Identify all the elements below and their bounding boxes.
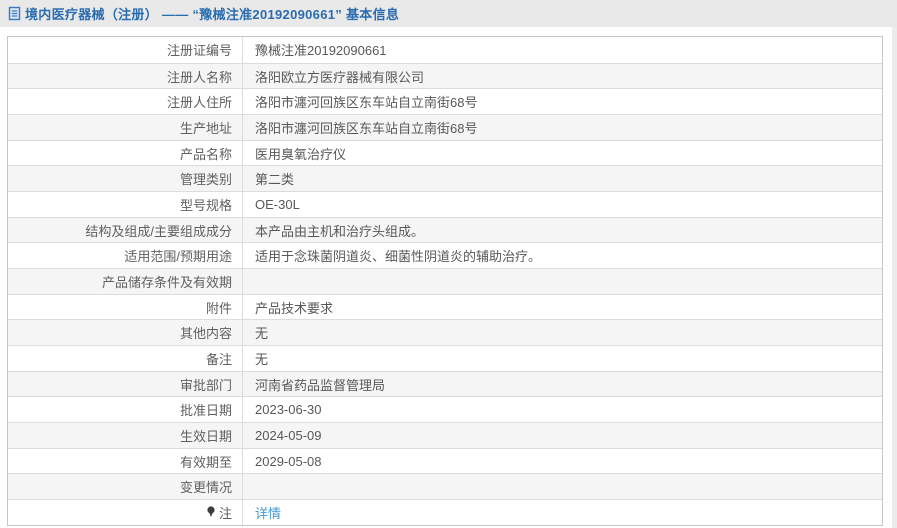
row-label: 产品名称	[8, 140, 243, 166]
row-label: 其他内容	[8, 320, 243, 346]
row-label: 审批部门	[8, 371, 243, 397]
row-label-text: 结构及组成/主要组成成分	[85, 223, 232, 239]
table-row: 注册证编号 豫械注准20192090661	[8, 37, 882, 63]
table-row: 适用范围/预期用途 适用于念珠菌阴道炎、细菌性阴道炎的辅助治疗。	[8, 242, 882, 269]
table-row: 注册人名称 洛阳欧立方医疗器械有限公司	[8, 62, 882, 89]
row-value: 2024-05-09	[243, 423, 882, 448]
detail-link[interactable]: 详情	[255, 503, 281, 522]
row-value-text: 2023-06-30	[255, 402, 322, 418]
row-label: 有效期至	[8, 448, 243, 474]
page-header: 境内医疗器械（注册） —— “豫械注准20192090661” 基本信息	[0, 0, 897, 27]
row-label: 型号规格	[8, 192, 243, 217]
pin-icon	[206, 506, 216, 518]
row-value: 详情	[243, 500, 882, 525]
row-label-text: 审批部门	[179, 377, 232, 393]
row-label: 备注	[8, 346, 243, 371]
row-value	[243, 269, 882, 294]
row-value-text: OE-30L	[255, 196, 300, 212]
document-icon	[8, 6, 21, 21]
row-value: 医用臭氧治疗仪	[243, 141, 882, 166]
row-label-text: 注册人名称	[166, 69, 232, 85]
row-value: 洛阳市瀍河回族区东车站自立南街68号	[243, 89, 882, 114]
row-value: 第二类	[243, 166, 882, 191]
row-label: 注	[8, 500, 243, 525]
table-row: 生效日期 2024-05-09	[8, 422, 882, 448]
page-title: 境内医疗器械（注册） —— “豫械注准20192090661” 基本信息	[25, 7, 400, 22]
row-label: 注册证编号	[8, 37, 243, 63]
row-label-text: 其他内容	[179, 326, 232, 342]
table-row: 产品名称 医用臭氧治疗仪	[8, 139, 882, 166]
row-value-text: 适用于念珠菌阴道炎、细菌性阴道炎的辅助治疗。	[255, 249, 542, 265]
table-row: 其他内容 无	[8, 319, 882, 346]
row-value-text: 洛阳市瀍河回族区东车站自立南街68号	[255, 120, 478, 136]
table-row: 备注 无	[8, 345, 882, 371]
row-value-text: 无	[255, 351, 269, 367]
row-value-text: 豫械注准20192090661	[255, 43, 387, 59]
registration-info-table: 注册证编号 豫械注准20192090661 注册人名称 洛阳欧立方医疗器械有限公司 注册…	[7, 36, 883, 526]
table-row: 注册人住所 洛阳市瀍河回族区东车站自立南街68号	[8, 88, 882, 115]
row-label-text: 产品名称	[179, 146, 232, 162]
row-label: 注册人住所	[8, 89, 243, 115]
row-value-text: 无	[255, 326, 269, 342]
table-row: 审批部门 河南省药品监督管理局	[8, 370, 882, 397]
table-row: 管理类别 第二类	[8, 165, 882, 192]
row-label-text: 批准日期	[179, 403, 232, 419]
table-row: 有效期至 2029-05-08	[8, 447, 882, 474]
row-value-text: 医用臭氧治疗仪	[255, 146, 347, 162]
row-value-text: 洛阳欧立方医疗器械有限公司	[255, 69, 425, 85]
scrollbar[interactable]	[892, 27, 897, 528]
row-label-text: 产品储存条件及有效期	[101, 274, 232, 290]
row-label-text: 有效期至	[179, 454, 232, 470]
row-value: 2029-05-08	[243, 449, 882, 474]
row-value: 豫械注准20192090661	[243, 37, 882, 63]
row-value-text: 产品技术要求	[255, 300, 334, 316]
row-label-text: 生效日期	[179, 428, 232, 444]
row-label: 结构及组成/主要组成成分	[8, 217, 243, 243]
row-label: 生产地址	[8, 115, 243, 140]
row-label: 适用范围/预期用途	[8, 243, 243, 269]
table-row: 注 详情	[8, 499, 882, 525]
row-label-text: 附件	[205, 300, 232, 316]
row-label-text: 变更情况	[179, 480, 232, 496]
row-value-text: 本产品由主机和治疗头组成。	[255, 223, 425, 239]
row-label: 注册人名称	[8, 63, 243, 89]
row-value: 洛阳欧立方医疗器械有限公司	[243, 64, 882, 89]
row-label-text: 管理类别	[179, 172, 232, 188]
row-value: 无	[243, 320, 882, 345]
row-value: 洛阳市瀍河回族区东车站自立南街68号	[243, 115, 882, 140]
table-row: 产品储存条件及有效期	[8, 268, 882, 294]
row-value-text: 2029-05-08	[255, 453, 322, 469]
row-value	[243, 474, 882, 499]
row-value: 适用于念珠菌阴道炎、细菌性阴道炎的辅助治疗。	[243, 243, 882, 268]
row-value: 产品技术要求	[243, 295, 882, 320]
table-row: 生产地址 洛阳市瀍河回族区东车站自立南街68号	[8, 114, 882, 140]
row-value: 本产品由主机和治疗头组成。	[243, 218, 882, 243]
row-value-text: 河南省药品监督管理局	[255, 377, 386, 393]
row-label: 批准日期	[8, 397, 243, 423]
row-value: 2023-06-30	[243, 397, 882, 422]
row-label: 产品储存条件及有效期	[8, 269, 243, 294]
row-value-text: 2024-05-09	[255, 427, 322, 443]
row-label-text: 生产地址	[179, 120, 232, 136]
row-label: 管理类别	[8, 166, 243, 192]
row-label-text: 型号规格	[179, 197, 232, 213]
row-value: 无	[243, 346, 882, 371]
row-label: 变更情况	[8, 474, 243, 500]
row-label: 生效日期	[8, 423, 243, 448]
table-row: 型号规格 OE-30L	[8, 191, 882, 217]
table-row: 附件 产品技术要求	[8, 293, 882, 320]
row-label-text: 注册证编号	[166, 43, 232, 59]
table-row: 批准日期 2023-06-30	[8, 396, 882, 423]
row-label-text: 备注	[205, 351, 232, 367]
row-value: 河南省药品监督管理局	[243, 372, 882, 397]
row-label-text: 注	[218, 505, 232, 521]
row-value-text: 第二类	[255, 172, 295, 188]
row-label: 附件	[8, 294, 243, 320]
row-value: OE-30L	[243, 192, 882, 217]
table-row: 变更情况	[8, 473, 882, 500]
row-label-text: 适用范围/预期用途	[124, 249, 232, 265]
row-value-text: 洛阳市瀍河回族区东车站自立南街68号	[255, 95, 478, 111]
table-row: 结构及组成/主要组成成分 本产品由主机和治疗头组成。	[8, 216, 882, 243]
row-label-text: 注册人住所	[166, 95, 232, 111]
